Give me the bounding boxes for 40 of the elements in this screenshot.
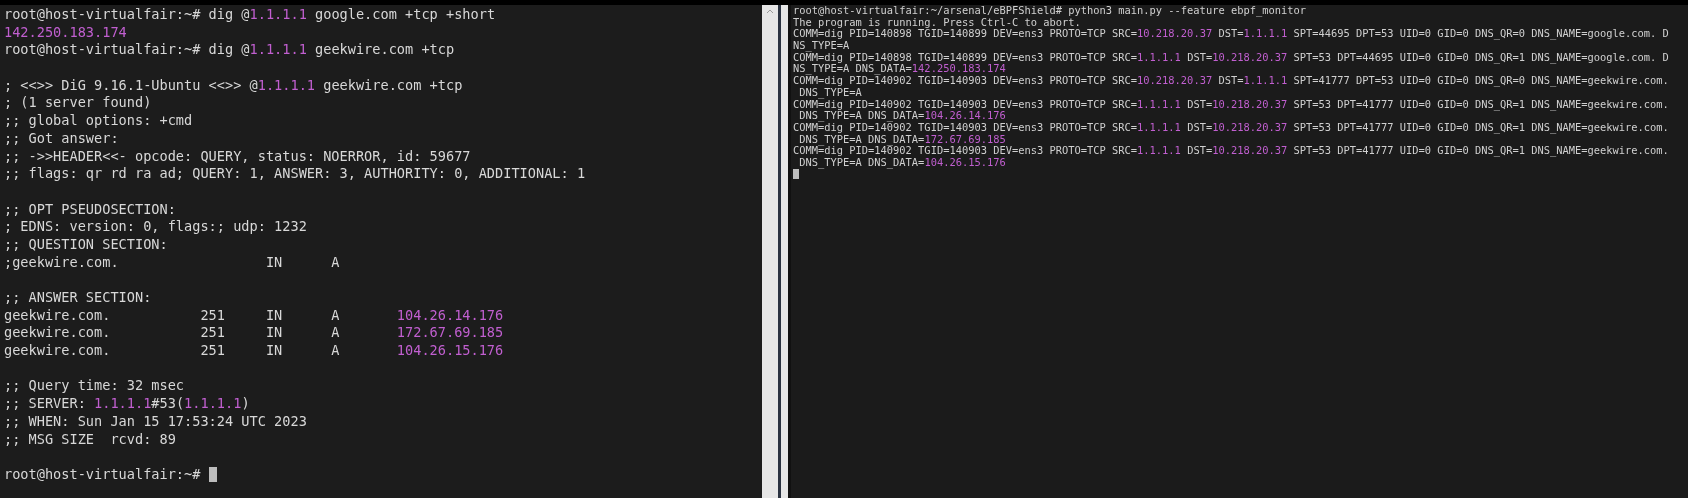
terminal-line: ;; ANSWER SECTION: bbox=[4, 289, 152, 305]
terminal-line: ; <<>> DiG 9.16.1-Ubuntu <<>> @1.1.1.1 geekwire.com +tcp bbox=[4, 76, 463, 93]
terminal-line: ;geekwire.com. IN A bbox=[4, 253, 340, 270]
terminal-line: ;; SERVER: 1.1.1.1#53(1.1.1.1) bbox=[4, 395, 250, 412]
terminal-line: COMM=dig PID=140898 TGID=140899 DEV=ens3 PROTO=TCP SRC=1.1.1.1 DST=10.218.20.37 SPT=53 DPT=44695 UID=0 GID=0 DNS_QR=1 DNS_NAME=google.com. D bbox=[793, 50, 1669, 63]
terminal-line: ;; MSG SIZE rcvd: 89 bbox=[4, 430, 176, 447]
terminal-line: COMM=dig PID=140902 TGID=140903 DEV=ens3 PROTO=TCP SRC=1.1.1.1 DST=10.218.20.37 SPT=53 DPT=41777 UID=0 GID=0 DNS_QR=1 DNS_NAME=geekwire.com. bbox=[793, 120, 1669, 133]
terminal-line: DNS_TYPE=A DNS_DATA=172.67.69.185 bbox=[798, 132, 1006, 145]
terminal-line: COMM=dig PID=140898 TGID=140899 DEV=ens3 PROTO=TCP SRC=10.218.20.37 DST=1.1.1.1 SPT=44695 DPT=53 UID=0 GID=0 DNS_QR=0 DNS_NAME=google.com. D bbox=[793, 27, 1669, 40]
terminal-line: root@host-virtualfair:~# dig @1.1.1.1 geekwire.com +tcp bbox=[4, 41, 455, 58]
terminal-line: ;; QUESTION SECTION: bbox=[4, 235, 168, 252]
terminal-line: ;; flags: qr rd ra ad; QUERY: 1, ANSWER: 3, AUTHORITY: 0, ADDITIONAL: 1 bbox=[4, 165, 586, 182]
terminal-line: ;; Query time: 32 msec bbox=[4, 377, 185, 394]
terminal-line: ; EDNS: version: 0, flags:; udp: 1232 bbox=[4, 218, 307, 235]
terminal-line: ;; global options: +cmd bbox=[4, 112, 193, 129]
terminal-line: ; (1 server found) bbox=[4, 94, 152, 111]
terminal-line: root@host-virtualfair:~# bbox=[4, 465, 202, 484]
terminal-line: root@host-virtualfair:~/arsenal/eBPFShield# python3 main.py --feature ebpf_monitor bbox=[793, 4, 1306, 16]
cursor bbox=[208, 467, 217, 483]
terminal-line: COMM=dig PID=140902 TGID=140903 DEV=ens3 PROTO=TCP SRC=1.1.1.1 DST=10.218.20.37 SPT=53 DPT=41777 UID=0 GID=0 DNS_QR=1 DNS_NAME=geekwire.com. bbox=[793, 97, 1669, 110]
terminal-line: root@host-virtualfair:~# dig @1.1.1.1 google.com +tcp +short bbox=[4, 6, 496, 22]
terminal-line: ;; Got answer: bbox=[4, 129, 119, 146]
terminal-line: geekwire.com. 251 IN A 172.67.69.185 bbox=[4, 324, 504, 341]
terminal-line: DNS_TYPE=A DNS_DATA=104.26.14.176 bbox=[799, 109, 1006, 122]
scrollbar[interactable] bbox=[762, 5, 778, 498]
terminal-line: ;; WHEN: Sun Jan 15 17:53:24 UTC 2023 bbox=[4, 412, 307, 429]
terminal-line: NS_TYPE=A DNS_DATA=142.250.183.174 bbox=[793, 62, 1006, 75]
terminal-line: NS_TYPE=A bbox=[793, 39, 850, 52]
terminal-line: COMM=dig PID=140902 TGID=140903 DEV=ens3 PROTO=TCP SRC=1.1.1.1 DST=10.218.20.37 SPT=53 DPT=41777 UID=0 GID=0 DNS_QR=1 DNS_NAME=geekwire.com. bbox=[793, 144, 1669, 157]
terminal-line: ;; ->>HEADER<<- opcode: QUERY, status: NOERROR, id: 59677 bbox=[4, 147, 471, 164]
terminal-line: geekwire.com. 251 IN A 104.26.15.176 bbox=[4, 342, 504, 359]
terminal-line: DNS_TYPE=A DNS_DATA=104.26.15.176 bbox=[799, 155, 1006, 168]
terminal-line: ;; OPT PSEUDOSECTION: bbox=[4, 200, 176, 217]
terminal-line: geekwire.com. 251 IN A 104.26.14.176 bbox=[4, 306, 504, 323]
terminal-line: DNS_TYPE=A bbox=[799, 85, 862, 98]
terminal-line: The program is running. Press Ctrl-C to abort. bbox=[793, 15, 1081, 28]
cursor bbox=[793, 169, 799, 180]
terminal-line: COMM=dig PID=140902 TGID=140903 DEV=ens3 PROTO=TCP SRC=10.218.20.37 DST=1.1.1.1 SPT=41777 DPT=53 UID=0 GID=0 DNS_QR=0 DNS_NAME=geekwire.com. bbox=[793, 74, 1669, 87]
terminal-line: 142.250.183.174 bbox=[4, 23, 127, 40]
caret-up-icon[interactable] bbox=[766, 9, 774, 14]
